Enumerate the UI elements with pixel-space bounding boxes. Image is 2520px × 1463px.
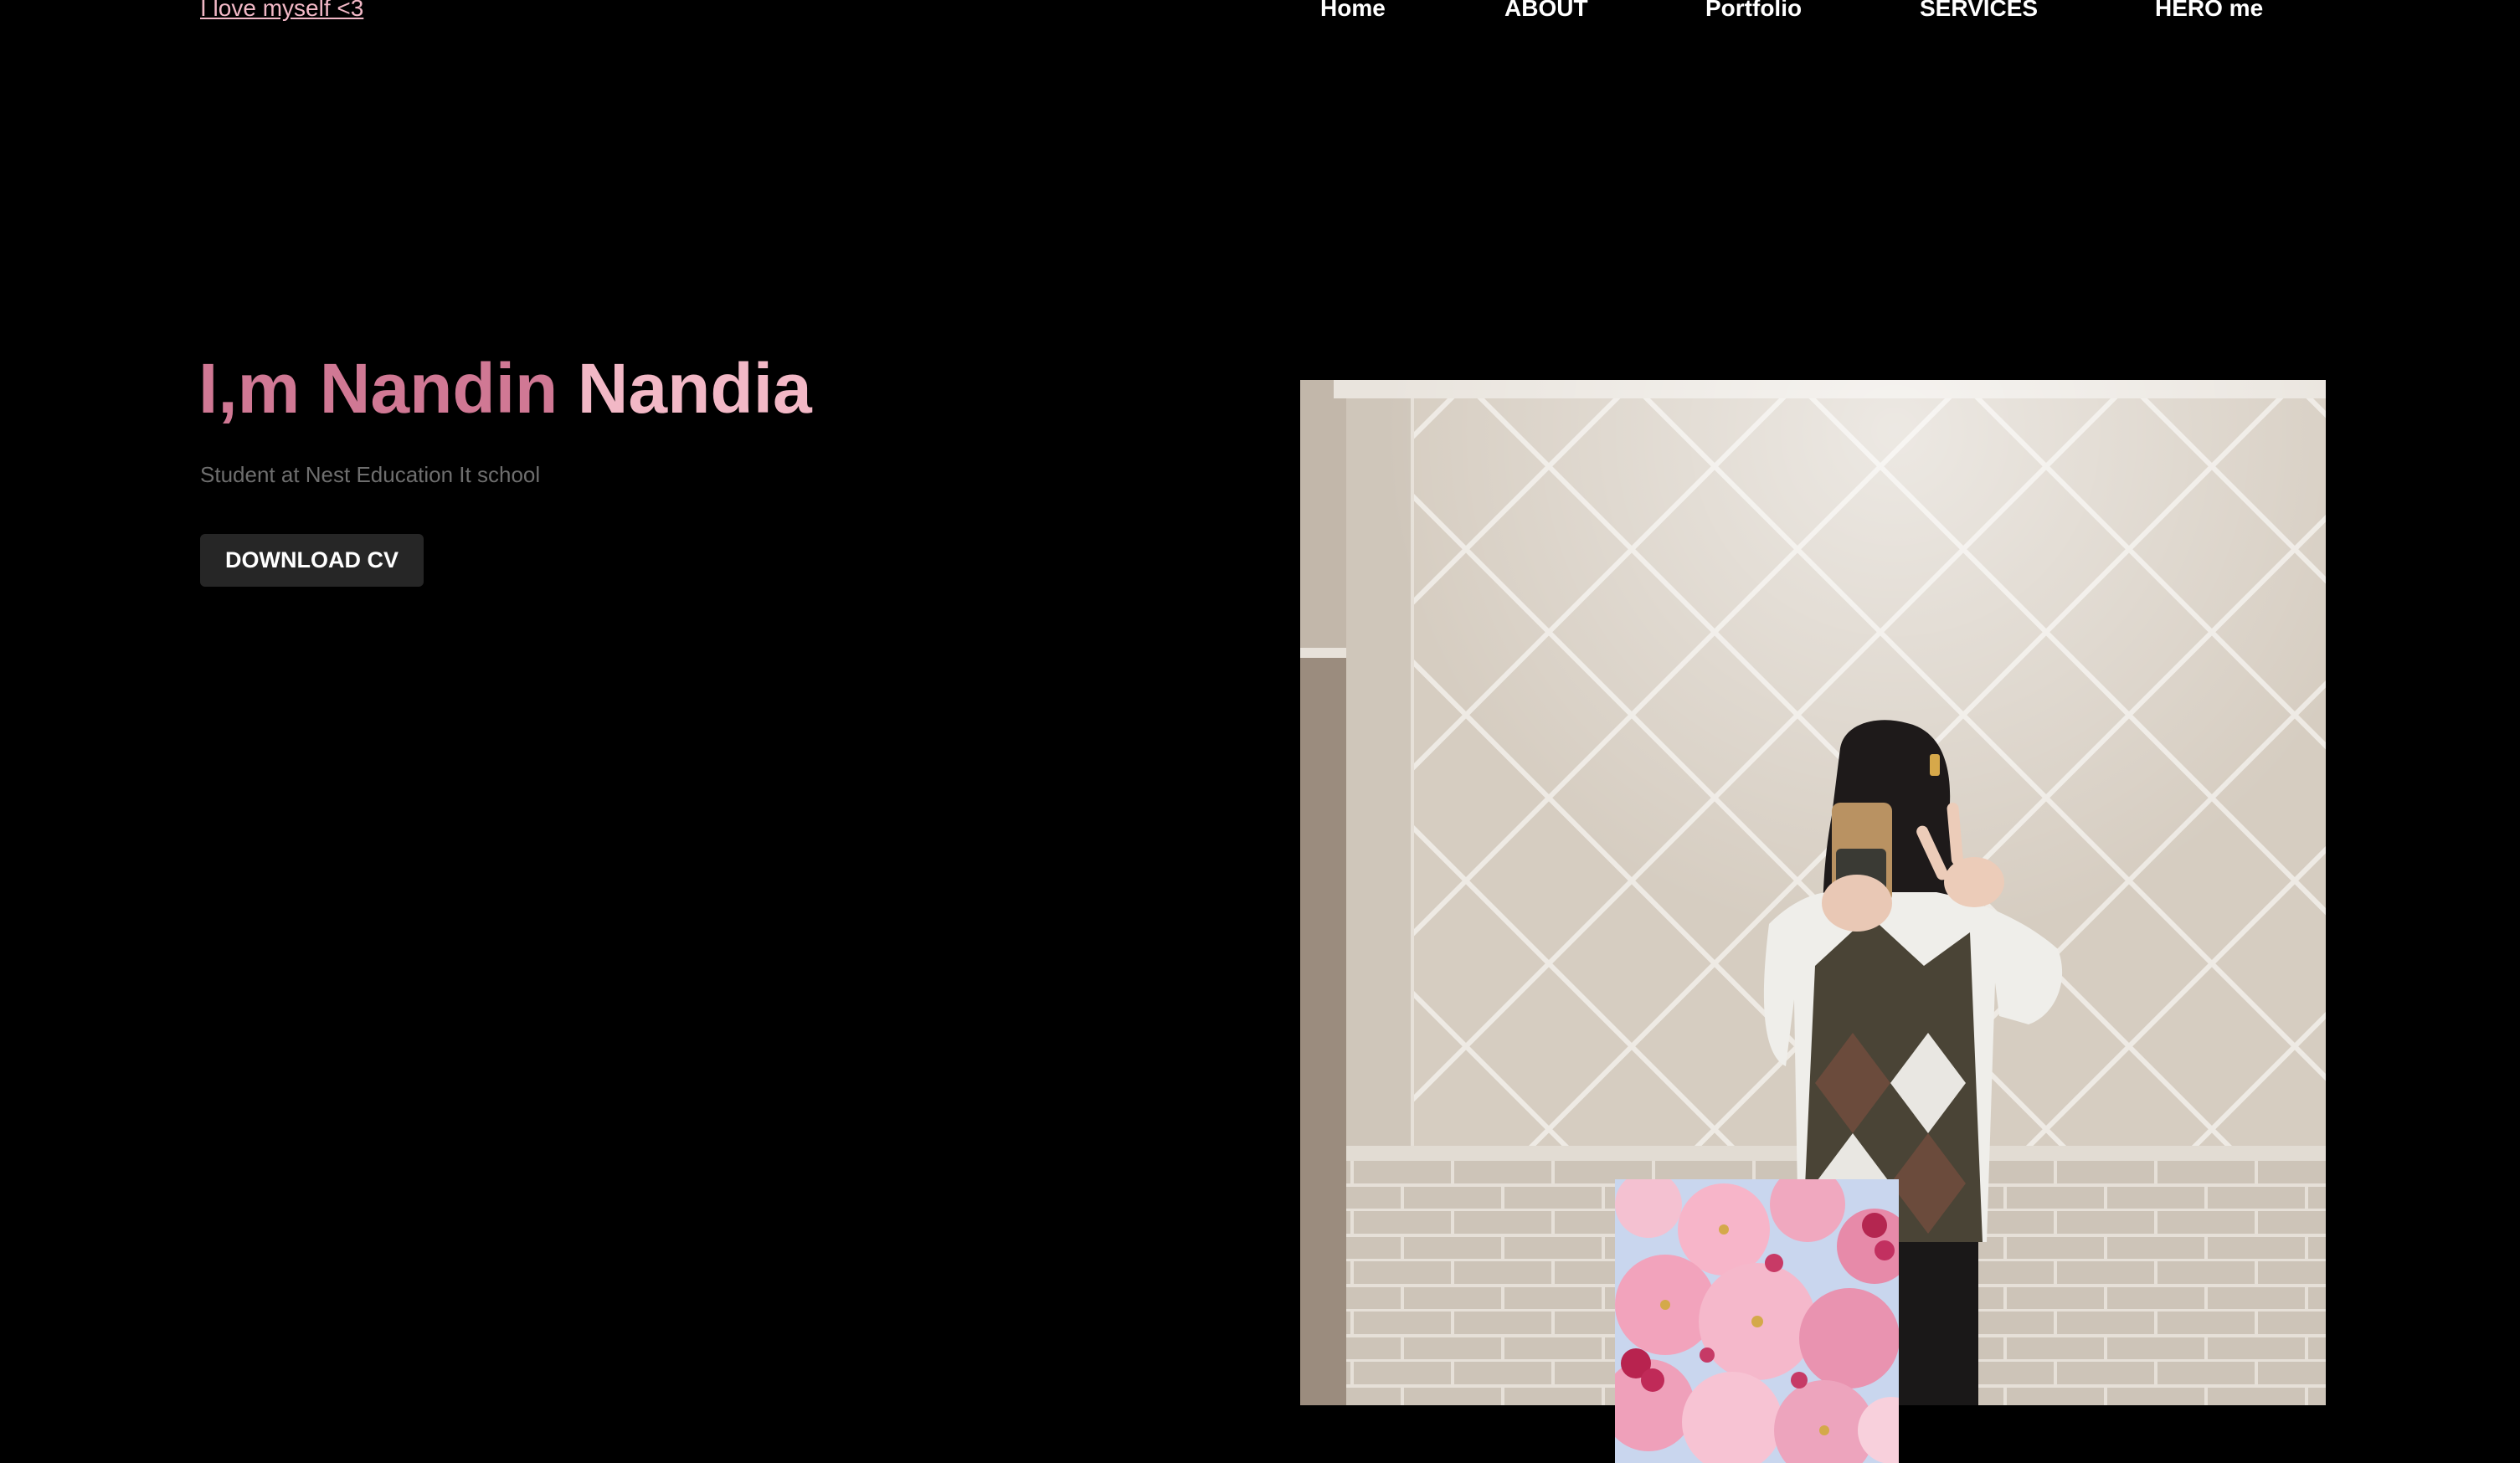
nav-item-about[interactable]: ABOUT <box>1504 0 1588 22</box>
hero-subtitle: Student at Nest Education It school <box>200 462 541 487</box>
flowers-photo <box>1615 1179 1899 1463</box>
hero-title-name: I,m Nandin <box>198 349 558 428</box>
main-nav: Home ABOUT Portfolio SERVICES HERO me <box>0 0 2520 28</box>
nav-item-hero-me[interactable]: HERO me <box>2155 0 2263 22</box>
download-cv-button[interactable]: DOWNLOAD CV <box>200 534 424 587</box>
nav-item-services[interactable]: SERVICES <box>1920 0 2038 22</box>
nav-item-home[interactable]: Home <box>1320 0 1386 22</box>
nav-item-portfolio[interactable]: Portfolio <box>1705 0 1802 22</box>
hero-title: I,m Nandin Nandia <box>198 350 812 427</box>
hero-title-nickname: Nandia <box>577 349 812 428</box>
